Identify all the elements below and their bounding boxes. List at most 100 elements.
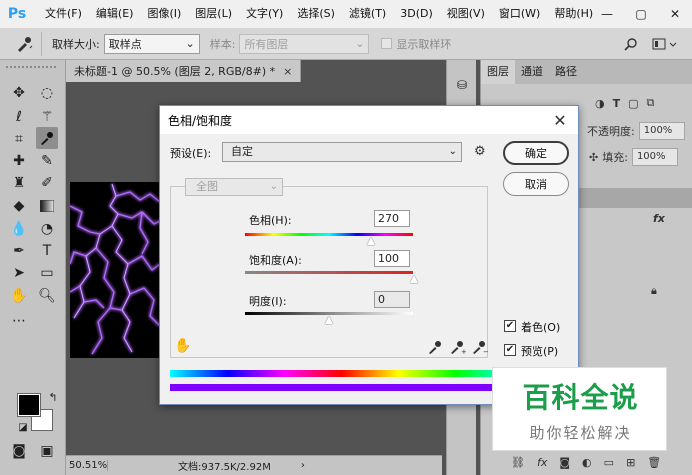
hue-input[interactable]: 270 <box>374 210 410 227</box>
saturation-slider-thumb[interactable] <box>410 275 418 283</box>
blur-tool-icon[interactable]: 💧 <box>8 218 30 240</box>
swap-colors-icon[interactable]: ↰ <box>42 386 64 408</box>
preview-label: 预览(P) <box>521 345 559 358</box>
minimize-button[interactable]: — <box>590 0 624 28</box>
layers-footer: ⛓ fx ◙ ◐ ▭ ⊞ 🗑︎ <box>481 456 692 469</box>
search-icon[interactable] <box>620 34 642 54</box>
tab-layers[interactable]: 图层 <box>481 60 515 84</box>
menu-image[interactable]: 图像(I) <box>140 0 188 28</box>
cancel-button[interactable]: 取消 <box>503 172 569 196</box>
workspace-icon[interactable] <box>650 34 680 54</box>
gradient-tool-icon[interactable] <box>36 195 58 217</box>
canvas-image[interactable] <box>70 182 162 358</box>
zoom-tool-icon[interactable]: 🔍︎ <box>36 285 58 307</box>
close-window-button[interactable]: ✕ <box>658 0 692 28</box>
gear-icon[interactable]: ⚙ <box>474 144 486 159</box>
menu-3d[interactable]: 3D(D) <box>393 0 440 28</box>
brush-tool-icon[interactable]: ✎ <box>36 150 58 172</box>
colorize-checkbox[interactable]: ✔ <box>504 320 516 332</box>
preset-select[interactable]: 自定 ⌄ <box>222 142 462 162</box>
link-layers-icon[interactable]: ⛓ <box>511 456 525 469</box>
fill-field[interactable]: 100% <box>631 148 678 166</box>
filter-type-icon[interactable]: T <box>613 97 621 110</box>
document-info: 文档:937.5K/2.92M <box>178 462 271 473</box>
sample-select[interactable]: 所有图层 ⌄ <box>239 33 370 54</box>
eraser-tool-icon[interactable]: ◆ <box>8 195 30 217</box>
fill-lock-icon[interactable]: ✣ <box>589 151 598 164</box>
filter-pixel-icon[interactable]: ◑ <box>595 97 605 110</box>
document-tab[interactable]: 未标题-1 @ 50.5% (图层 2, RGB/8#) * × <box>66 60 302 82</box>
stamp-tool-icon[interactable]: ♜ <box>8 172 30 194</box>
menu-type[interactable]: 文字(Y) <box>239 0 290 28</box>
dialog-close-icon[interactable]: ✕ <box>550 110 570 130</box>
tab-paths[interactable]: 路径 <box>549 60 583 84</box>
pen-tool-icon[interactable]: ✒ <box>8 240 30 262</box>
menu-file[interactable]: 文件(F) <box>38 0 89 28</box>
saturation-slider-track[interactable] <box>245 271 413 274</box>
menu-filter[interactable]: 滤镜(T) <box>342 0 393 28</box>
menu-items: 文件(F) 编辑(E) 图像(I) 图层(L) 文字(Y) 选择(S) 滤镜(T… <box>38 0 600 28</box>
eyedropper-minus-icon[interactable]: − <box>472 340 489 358</box>
hand-tool-icon[interactable]: ✋ <box>8 285 30 307</box>
eyedropper-icon[interactable] <box>428 340 442 358</box>
hue-slider-thumb[interactable] <box>367 237 375 245</box>
panel-grip[interactable] <box>6 66 56 70</box>
opacity-field[interactable]: 100% <box>638 122 685 140</box>
add-mask-icon[interactable]: ◙ <box>559 456 570 469</box>
history-panel-icon[interactable]: ⛁ <box>451 74 473 96</box>
healing-brush-icon[interactable]: ✚ <box>8 150 30 172</box>
maximize-button[interactable]: ▢ <box>624 0 658 28</box>
add-style-icon[interactable]: fx <box>537 456 547 469</box>
channel-select[interactable]: 全图 ⌄ <box>185 178 283 196</box>
filter-shape-icon[interactable]: ▢ <box>628 97 638 110</box>
filter-smart-icon[interactable]: ⧉ <box>647 96 655 110</box>
adjustment-layer-icon[interactable]: ◐ <box>582 456 592 469</box>
menu-view[interactable]: 视图(V) <box>440 0 492 28</box>
dodge-tool-icon[interactable]: ◔ <box>36 218 58 240</box>
menu-edit[interactable]: 编辑(E) <box>89 0 141 28</box>
quick-mask-icon[interactable]: ◙ <box>8 440 30 462</box>
hue-slider-track[interactable] <box>245 233 413 236</box>
foreground-color-swatch[interactable] <box>17 393 41 417</box>
status-menu-arrow[interactable]: › <box>301 460 305 471</box>
crop-tool-icon[interactable]: ⌗ <box>8 128 30 150</box>
marquee-tool-icon[interactable]: ◌ <box>36 82 58 104</box>
fx-indicator[interactable]: fx <box>653 212 665 225</box>
path-select-icon[interactable]: ➤ <box>8 262 30 284</box>
menu-select[interactable]: 选择(S) <box>290 0 342 28</box>
eyedropper-preset-icon[interactable] <box>6 31 42 56</box>
delete-layer-icon[interactable]: 🗑︎ <box>647 456 661 469</box>
rectangle-tool-icon[interactable]: ▭ <box>36 262 58 284</box>
more-tools-icon[interactable]: ⋯ <box>8 310 30 332</box>
menu-layer[interactable]: 图层(L) <box>188 0 239 28</box>
panel-tabs: 图层 通道 路径 <box>481 60 692 84</box>
watermark-title: 百科全说 <box>522 381 639 414</box>
history-brush-icon[interactable]: ✐ <box>36 172 58 194</box>
preview-checkbox[interactable]: ✔ <box>504 344 516 356</box>
screen-mode-icon[interactable]: ▣ <box>36 440 58 462</box>
sample-size-select[interactable]: 取样点 ⌄ <box>103 33 200 54</box>
svg-text:+: + <box>461 348 466 354</box>
close-tab-icon[interactable]: × <box>283 65 292 78</box>
lasso-tool-icon[interactable]: ℓ <box>8 106 30 128</box>
tab-channels[interactable]: 通道 <box>515 60 549 84</box>
default-colors-icon[interactable]: ◪ <box>12 416 34 438</box>
eyedropper-tool-icon[interactable] <box>36 127 58 149</box>
show-ring-checkbox[interactable] <box>381 38 393 49</box>
eyedropper-plus-icon[interactable]: + <box>450 340 467 358</box>
ok-button[interactable]: 确定 <box>503 141 569 165</box>
magic-wand-icon[interactable]: ⚚ <box>36 106 58 128</box>
show-ring-label: 显示取样环 <box>396 37 452 51</box>
lightness-slider-thumb[interactable] <box>325 316 333 324</box>
group-icon[interactable]: ▭ <box>604 456 614 469</box>
saturation-input[interactable]: 100 <box>374 250 410 267</box>
type-tool-icon[interactable]: T <box>36 240 58 262</box>
new-layer-icon[interactable]: ⊞ <box>626 456 635 469</box>
hand-adjust-icon[interactable]: ✋ <box>174 338 191 354</box>
menu-window[interactable]: 窗口(W) <box>492 0 547 28</box>
move-tool-icon[interactable]: ✥ <box>8 82 30 104</box>
lightness-input[interactable]: 0 <box>374 291 410 308</box>
dialog-body: 预设(E): 自定 ⌄ ⚙ 确定 取消 全图 ⌄ 色相(H): 270 饱和度(… <box>160 134 578 404</box>
lightness-slider-track[interactable] <box>245 312 413 315</box>
zoom-level[interactable]: 50.51% <box>66 460 108 471</box>
